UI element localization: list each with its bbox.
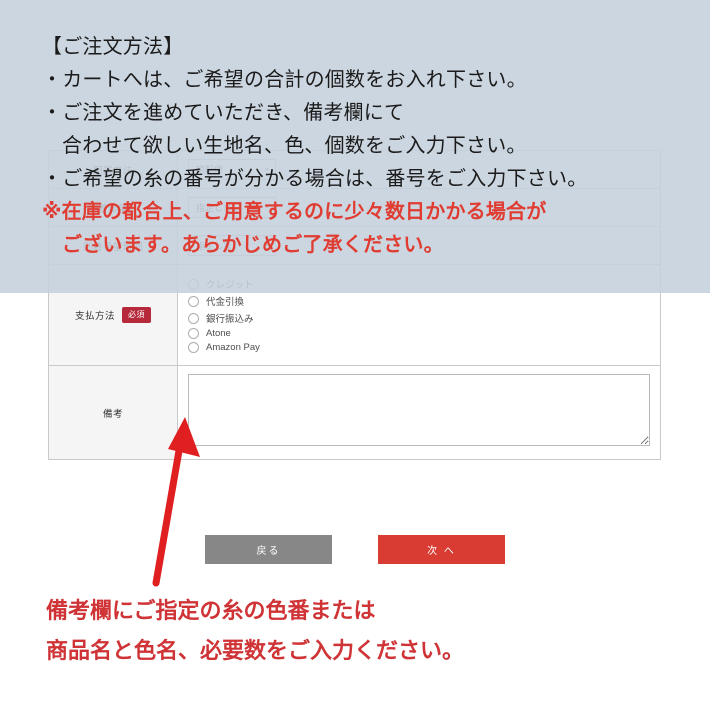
instruction-line-1: ・カートへは、ご希望の合計の個数をお入れ下さい。 [42,67,527,91]
radio-option-cash-on-delivery[interactable]: 代金引換 [188,294,650,308]
required-badge: 必須 [122,307,151,323]
radio-label: 代金引換 [206,297,245,308]
label-text: 備考 [102,408,123,420]
radio-label: Atone [206,328,231,339]
radio-option-amazon-pay[interactable]: Amazon Pay [188,342,650,353]
back-button[interactable]: 戻る [205,535,332,564]
label-text: 支払方法 [74,311,115,322]
radio-option-bank-transfer[interactable]: 銀行振込み [188,311,650,325]
instruction-line-3: 合わせて欲しい生地名、色、個数をご入力下さい。 [62,133,527,157]
next-button[interactable]: 次 へ [378,535,505,564]
caption-line-2: 商品名と色名、必要数をご入力ください。 [46,639,465,664]
radio-label: クレジット [206,280,254,291]
remarks-textarea[interactable] [188,374,650,446]
instruction-line-4: ・ご希望の糸の番号が分かる場合は、番号をご入力下さい。 [42,166,588,190]
radio-circle-icon [188,295,199,307]
instruction-note-line-2: ございます。あらかじめご了承ください。 [62,232,444,256]
form-action-buttons: 戻る 次 へ [0,535,710,564]
radio-circle-icon [188,278,199,290]
payment-method-radio-group: クレジット 代金引換 銀行振込み Atone Amazon Pay [188,273,650,357]
bottom-caption: 備考欄にご指定の糸の色番または 商品名と色名、必要数をご入力ください。 [0,592,710,672]
page-root: 配送方法 宅配便 ▼ 到着希望日 指定しない ▼ 到着希望時間 指定しない ▼ … [0,0,710,710]
table-row: 備考 [48,365,661,460]
radio-circle-icon [188,312,199,324]
radio-circle-icon [188,342,199,353]
instruction-note-line-1: ※在庫の都合上、ご用意するのに少々数日かかる場合が [42,199,547,223]
caption-line-1: 備考欄にご指定の糸の色番または [46,599,376,624]
radio-option-credit[interactable]: クレジット [188,277,650,291]
row-label-remarks: 備考 [48,365,178,460]
radio-option-atone[interactable]: Atone [188,328,650,339]
instruction-text-block: 【ご注文方法】 ・カートへは、ご希望の合計の個数をお入れ下さい。 ・ご注文を進め… [0,0,710,261]
radio-label: 銀行振込み [206,314,254,325]
instruction-heading: 【ご注文方法】 [42,34,184,58]
radio-label: Amazon Pay [206,342,260,353]
instruction-line-2: ・ご注文を進めていただき、備考欄にて [42,100,405,124]
row-value-payment-method: クレジット 代金引換 銀行振込み Atone Amazon Pay [177,264,661,366]
row-value-remarks [177,365,661,460]
row-label-payment-method: 支払方法 必須 [48,264,178,366]
radio-circle-icon [188,328,199,339]
table-row: 支払方法 必須 クレジット 代金引換 銀行振込み Atone Amazon Pa… [48,264,661,366]
